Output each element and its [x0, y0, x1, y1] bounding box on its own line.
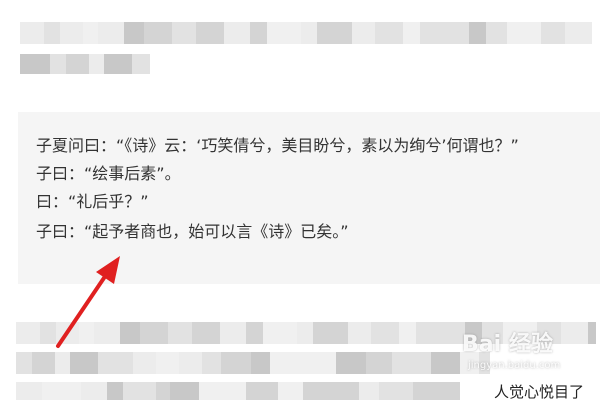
pixel-cell [486, 22, 507, 44]
pixel-cell [16, 382, 42, 400]
pixel-cell [507, 22, 522, 44]
pixel-cell [104, 54, 132, 74]
pixel-cell [302, 352, 336, 374]
pixel-cell [196, 22, 224, 44]
pixel-cell [202, 352, 221, 374]
pixel-cell [83, 22, 98, 44]
pixel-cell [297, 322, 313, 344]
pixel-cell [420, 22, 443, 44]
pixel-cell [565, 22, 592, 44]
pixel-cell [317, 22, 352, 44]
pixel-cell [348, 322, 371, 344]
pixel-cell [16, 352, 32, 374]
pixel-cell [20, 54, 50, 74]
pixel-cell [443, 22, 469, 44]
pixel-cell [246, 382, 263, 400]
pixel-cell [57, 382, 81, 400]
pixel-cell [251, 352, 270, 374]
pixel-cell [313, 322, 348, 344]
pixel-cell [522, 22, 541, 44]
pixel-cell [60, 22, 83, 44]
pixel-cell [44, 22, 60, 44]
pixel-cell [32, 352, 55, 374]
pixel-cell [267, 22, 301, 44]
pixel-cell [123, 382, 156, 400]
pixel-cell [392, 352, 413, 374]
pixel-cell [42, 382, 57, 400]
pixel-cell [375, 22, 403, 44]
quote-line-2: 子曰：“绘事后素”。 [36, 164, 181, 183]
pixel-cell [144, 22, 172, 44]
pixel-cell [221, 352, 251, 374]
pixelated-text-top [0, 0, 600, 96]
pixel-cell [66, 54, 89, 74]
pixel-cell [263, 322, 297, 344]
pixel-cell [98, 352, 133, 374]
pixel-cell [263, 382, 278, 400]
pixel-cell [120, 322, 140, 344]
pixel-cell [444, 382, 460, 400]
pixel-cell [359, 382, 379, 400]
watermark-url: jingyan.baidu.com [468, 360, 561, 371]
pixel-cell [250, 22, 267, 44]
baidu-watermark: Bai 经验 jingyan.baidu.com [462, 330, 580, 380]
pixel-cell [56, 322, 79, 344]
pixel-cell [379, 382, 394, 400]
pixel-cell [413, 352, 431, 374]
pixel-cell [224, 22, 250, 44]
pixel-cell [140, 322, 168, 344]
pixel-cell [336, 352, 366, 374]
baidu-paw-icon: Bai 经验 [462, 332, 553, 357]
pixel-cell [399, 322, 416, 344]
quote-line-3: 曰：“礼后乎？” [36, 192, 149, 211]
partial-text: 人觉心悦目了 [494, 383, 585, 401]
pixel-cell [16, 322, 40, 344]
pixel-cell [124, 22, 144, 44]
pixel-cell [179, 352, 202, 374]
pixel-cell [303, 382, 335, 400]
pixel-cell [55, 352, 70, 374]
pixel-cell [301, 22, 317, 44]
pixel-cell [156, 352, 179, 374]
pixel-cell [413, 382, 444, 400]
pixel-cell [132, 54, 150, 74]
pixel-cell [220, 322, 246, 344]
pixel-cell [416, 322, 439, 344]
pixel-cell [79, 322, 94, 344]
pixel-cell [270, 352, 302, 374]
pixel-cell [170, 382, 199, 400]
pixel-cell [20, 22, 44, 44]
pixel-cell [431, 352, 460, 374]
pixel-cell [469, 22, 486, 44]
pixel-cell [133, 352, 156, 374]
pixel-cell [403, 22, 420, 44]
quote-line-4: 子曰：“起予者商也，始可以言《诗》已矣。” [36, 222, 349, 241]
pixel-cell [40, 322, 56, 344]
pixel-cell [107, 382, 123, 400]
pixel-cell [227, 382, 246, 400]
quote-line-1: 子夏问曰：“《诗》云：‘巧笑倩兮，美目盼兮，素以为绚兮’何谓也？” [36, 136, 519, 155]
pixel-cell [192, 322, 220, 344]
pixel-cell [588, 322, 596, 344]
pixel-cell [70, 352, 98, 374]
pixel-cell [50, 54, 66, 74]
pixel-cell [94, 322, 120, 344]
quote-block: 子夏问曰：“《诗》云：‘巧笑倩兮，美目盼兮，素以为绚兮’何谓也？” 子曰：“绘事… [18, 112, 600, 284]
pixel-cell [156, 382, 170, 400]
pixel-cell [335, 382, 359, 400]
pixel-cell [89, 54, 104, 74]
pixel-cell [199, 382, 227, 400]
pixel-cell [98, 22, 124, 44]
pixel-cell [81, 382, 107, 400]
pixel-cell [394, 382, 413, 400]
pixel-cell [366, 352, 392, 374]
pixel-cell [541, 22, 565, 44]
pixel-cell [168, 322, 192, 344]
pixel-cell [352, 22, 375, 44]
pixel-cell [246, 322, 263, 344]
pixel-cell [371, 322, 399, 344]
pixel-cell [278, 382, 303, 400]
pixel-cell [172, 22, 196, 44]
